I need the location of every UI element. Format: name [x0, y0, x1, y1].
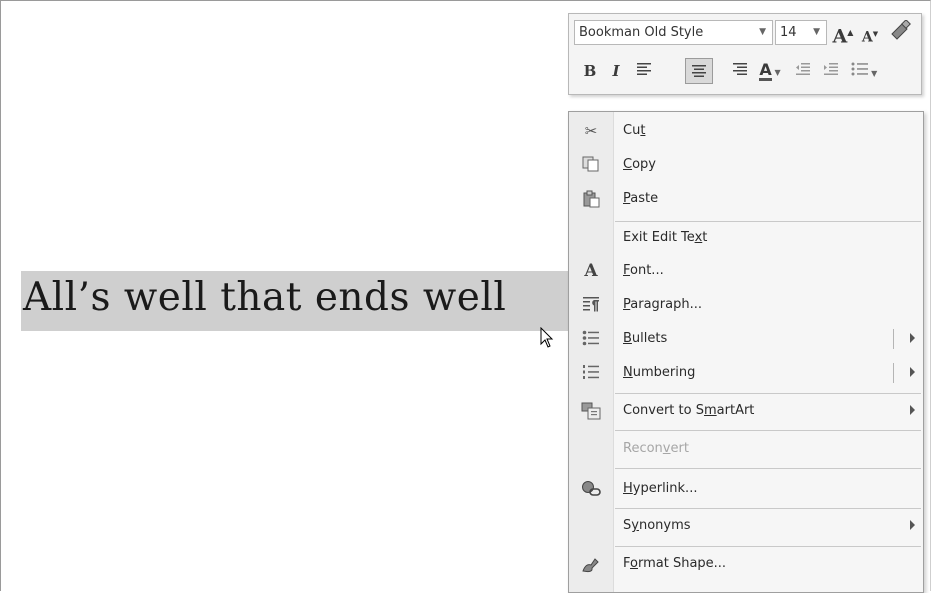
shrink-arrow-icon: ▼	[872, 29, 879, 38]
font-color-dropdown-icon[interactable]: ▼	[772, 68, 781, 77]
menu-item-bullets[interactable]: Bullets	[569, 323, 923, 355]
mini-toolbar: Bookman Old Style ▼ 14 ▼ A▲ A▼ B I A ▼ ▼	[568, 13, 922, 95]
menu-item-synonyms[interactable]: Synonyms	[569, 510, 923, 542]
menu-separator	[615, 430, 921, 431]
bullets-icon	[581, 330, 601, 348]
split-divider	[893, 363, 894, 383]
decrease-indent-icon	[796, 63, 810, 75]
context-menu: ✂ Cut Copy Paste Exit Edit Text A Font..…	[568, 111, 924, 593]
grow-arrow-icon: ▲	[847, 27, 854, 37]
copy-icon	[581, 156, 601, 174]
menu-separator	[615, 393, 921, 394]
submenu-arrow-icon[interactable]	[910, 333, 915, 343]
decrease-indent-button[interactable]	[791, 59, 815, 83]
paragraph-icon	[581, 296, 601, 314]
font-name-dropdown-icon[interactable]: ▼	[759, 21, 766, 44]
font-color-button[interactable]: A ▼	[755, 58, 785, 82]
menu-item-cut[interactable]: ✂ Cut	[569, 115, 923, 147]
increase-indent-icon	[824, 63, 838, 75]
slide-text[interactable]: All’s well that ends well	[23, 275, 506, 320]
bold-button[interactable]: B	[579, 59, 601, 83]
menu-item-hyperlink[interactable]: Hyperlink...	[569, 473, 923, 505]
align-left-icon	[637, 63, 651, 75]
numbering-icon	[581, 364, 601, 382]
submenu-arrow-icon[interactable]	[910, 367, 915, 377]
font-name-combobox[interactable]: Bookman Old Style ▼	[574, 20, 773, 45]
menu-item-format-shape[interactable]: Format Shape...	[569, 548, 923, 580]
menu-item-exit-edit-text[interactable]: Exit Edit Text	[569, 222, 923, 254]
font-size-dropdown-icon[interactable]: ▼	[813, 21, 820, 44]
menu-item-paragraph[interactable]: Paragraph...	[569, 289, 923, 321]
shrink-font-button[interactable]: A▼	[859, 22, 881, 46]
menu-item-paste[interactable]: Paste	[569, 183, 923, 215]
bullets-dropdown-icon[interactable]: ▼	[869, 69, 877, 78]
font-icon: A	[584, 261, 598, 281]
align-left-button[interactable]	[631, 59, 657, 83]
menu-separator	[615, 508, 921, 509]
align-center-icon	[692, 65, 706, 77]
menu-item-font[interactable]: A Font...	[569, 255, 923, 287]
smartart-icon	[581, 402, 601, 420]
font-size-value: 14	[780, 25, 797, 40]
menu-separator	[615, 468, 921, 469]
scissors-icon: ✂	[584, 122, 598, 140]
submenu-arrow-icon[interactable]	[910, 520, 915, 530]
font-size-combobox[interactable]: 14 ▼	[775, 20, 827, 45]
paste-icon	[581, 190, 601, 208]
hyperlink-icon	[581, 480, 601, 498]
align-right-button[interactable]	[727, 59, 753, 83]
menu-item-reconvert: Reconvert	[623, 441, 689, 456]
selected-text-box[interactable]: All’s well that ends well	[21, 271, 576, 331]
align-right-icon	[733, 63, 747, 75]
split-divider	[893, 329, 894, 349]
increase-indent-button[interactable]	[819, 59, 843, 83]
menu-separator	[615, 546, 921, 547]
submenu-arrow-icon[interactable]	[910, 405, 915, 415]
grow-font-button[interactable]: A▲	[831, 20, 855, 47]
paintbrush-icon	[891, 19, 911, 40]
italic-button[interactable]: I	[605, 59, 627, 83]
format-shape-icon	[581, 555, 601, 573]
format-painter-button[interactable]	[887, 19, 913, 44]
menu-item-numbering[interactable]: Numbering	[569, 357, 923, 389]
bullets-icon	[851, 62, 868, 76]
bullets-button[interactable]: ▼	[847, 59, 881, 83]
menu-item-copy[interactable]: Copy	[569, 149, 923, 181]
font-name-value: Bookman Old Style	[579, 25, 704, 40]
mouse-cursor-icon	[540, 327, 554, 348]
menu-item-convert-to-smartart[interactable]: Convert to SmartArt	[569, 395, 923, 427]
center-button[interactable]	[685, 58, 713, 84]
